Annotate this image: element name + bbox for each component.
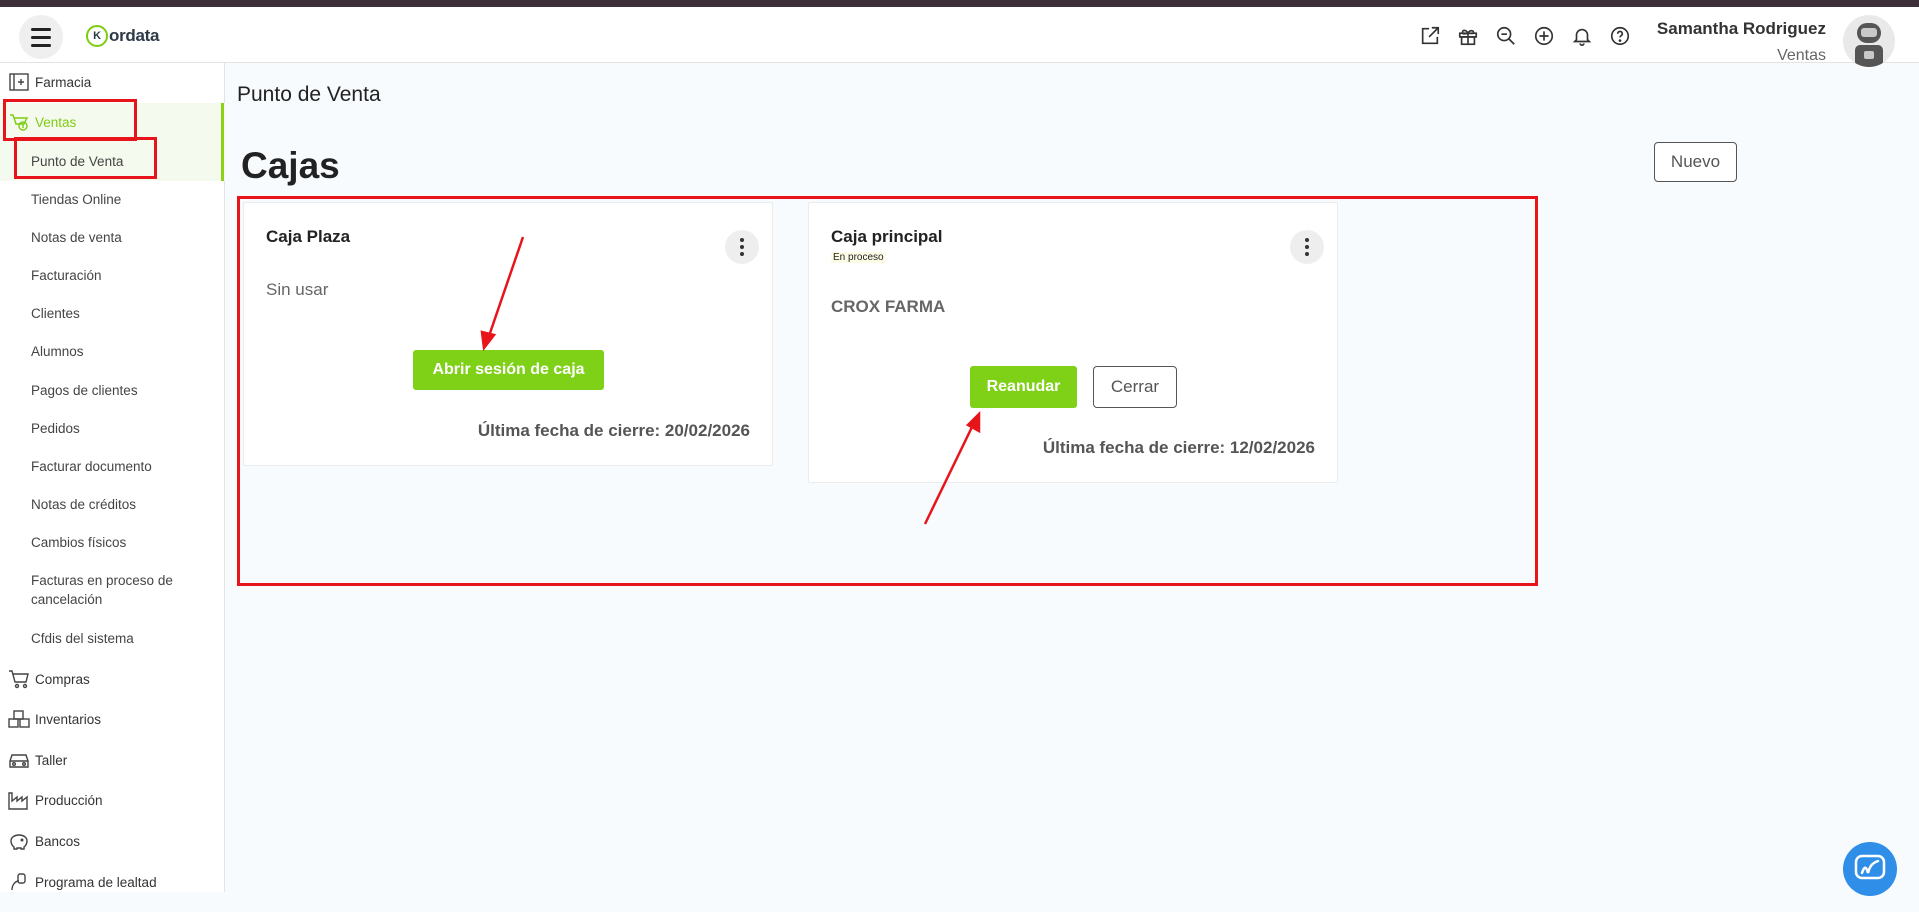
annotation-arrowhead — [480, 330, 497, 352]
chat-icon — [1854, 854, 1886, 880]
chat-widget-button[interactable] — [1843, 842, 1897, 896]
bottom-strip — [0, 892, 1919, 912]
annotation-arrowhead — [965, 410, 981, 434]
annotation-arrow — [487, 236, 525, 337]
annotation-arrows — [480, 236, 981, 525]
annotation-arrow — [923, 426, 974, 525]
